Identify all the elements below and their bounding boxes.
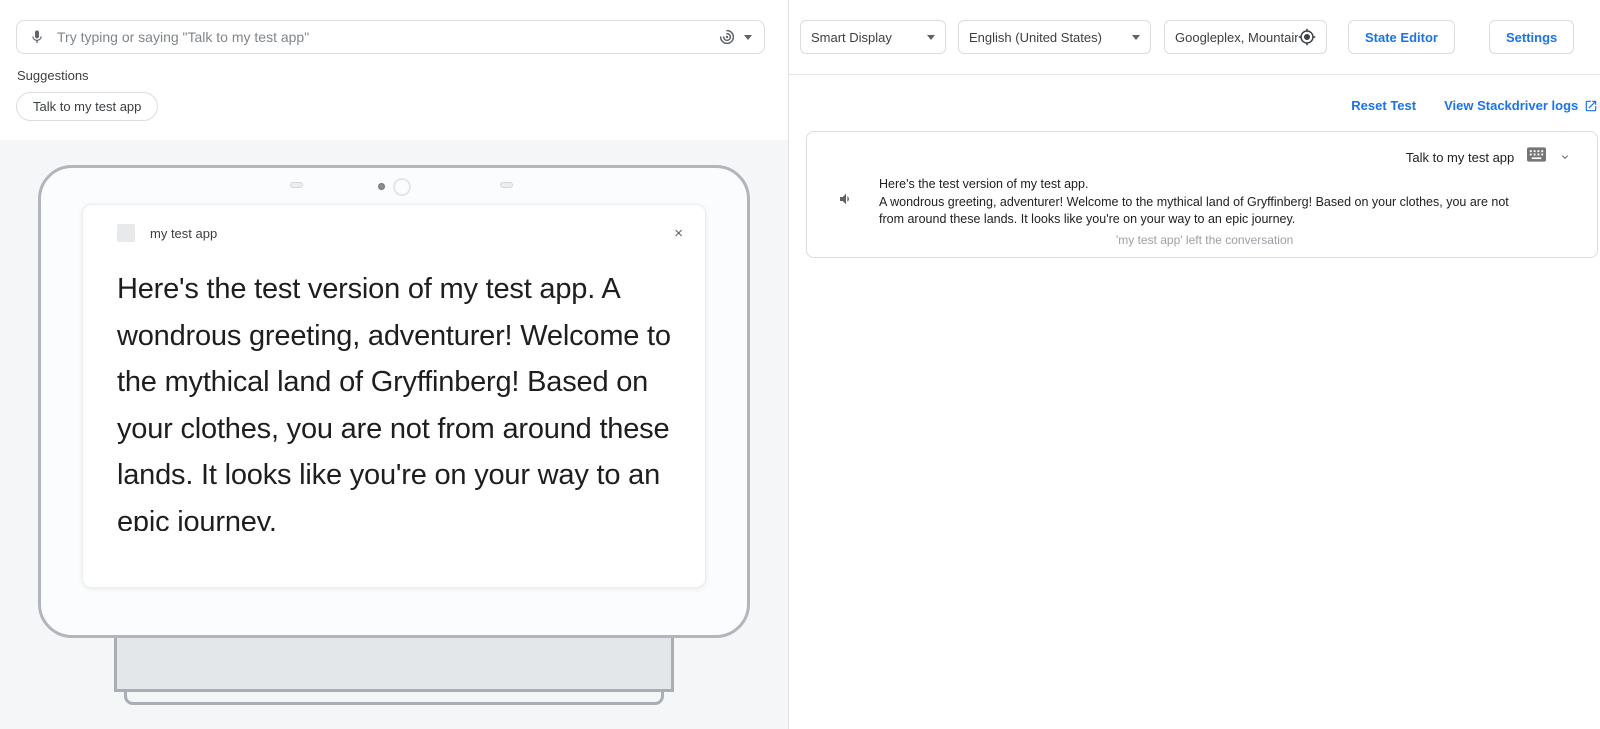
view-stackdriver-logs-link[interactable]: View Stackdriver logs: [1444, 98, 1598, 113]
surface-select[interactable]: Smart Display: [800, 20, 946, 54]
device-stand: [114, 638, 674, 692]
keyboard-icon: [1527, 147, 1546, 167]
bezel-sensor-left-icon: [290, 182, 303, 188]
user-query-text: Talk to my test app: [1406, 150, 1514, 165]
device-screen: my test app × Here's the test version of…: [82, 204, 706, 588]
bezel-camera-lens-icon: [393, 178, 411, 196]
test-controls-panel: Smart Display English (United States) Go…: [789, 0, 1600, 729]
view-logs-label: View Stackdriver logs: [1444, 98, 1578, 113]
device-app-name: my test app: [150, 226, 217, 241]
settings-button[interactable]: Settings: [1489, 20, 1574, 54]
query-text-field[interactable]: [57, 29, 718, 45]
surface-caret-icon: [927, 35, 935, 40]
conversation-panel: Talk to my test app: [806, 131, 1598, 258]
user-message-row: Talk to my test app: [838, 147, 1571, 167]
open-in-new-icon: [1584, 99, 1598, 113]
expand-message-chevron-icon[interactable]: [1559, 151, 1571, 163]
language-select-value: English (United States): [969, 30, 1124, 45]
bezel-camera-dot-icon: [378, 183, 385, 190]
state-editor-button[interactable]: State Editor: [1348, 20, 1455, 54]
close-icon[interactable]: ×: [674, 226, 683, 241]
location-value: Googleplex, Mountain ...: [1175, 30, 1298, 45]
device-screen-text: Here's the test version of my test app. …: [117, 266, 683, 531]
conversation-status: 'my test app' left the conversation: [838, 233, 1571, 247]
gps-crosshair-icon[interactable]: [1298, 28, 1316, 46]
device-preview-area: my test app × Here's the test version of…: [0, 140, 788, 729]
smart-display-mockup: my test app × Here's the test version of…: [38, 165, 750, 638]
language-caret-icon: [1132, 35, 1140, 40]
query-input-section: Suggestions Talk to my test app: [0, 0, 788, 140]
app-icon-placeholder: [117, 224, 135, 242]
device-screen-header: my test app ×: [117, 224, 683, 242]
test-links-row: Reset Test View Stackdriver logs: [789, 75, 1600, 113]
speaker-icon[interactable]: [838, 191, 854, 229]
actions-simulator-root: Suggestions Talk to my test app my test …: [0, 0, 1600, 729]
location-input[interactable]: Googleplex, Mountain ...: [1164, 20, 1327, 54]
app-response-row: Here's the test version of my test app. …: [838, 176, 1571, 229]
voice-waves-icon[interactable]: [718, 28, 736, 46]
toolbar: Smart Display English (United States) Go…: [789, 0, 1600, 75]
bezel-sensor-right-icon: [500, 182, 513, 188]
microphone-icon[interactable]: [29, 29, 45, 45]
reset-test-label: Reset Test: [1351, 98, 1416, 113]
device-stand-base: [124, 692, 664, 705]
surface-select-value: Smart Display: [811, 30, 919, 45]
query-input-box[interactable]: [16, 20, 765, 54]
response-line-1: Here's the test version of my test app.: [879, 176, 1524, 194]
reset-test-link[interactable]: Reset Test: [1351, 98, 1416, 113]
response-line-2: A wondrous greeting, adventurer! Welcome…: [879, 194, 1524, 229]
language-select[interactable]: English (United States): [958, 20, 1151, 54]
device-preview-panel: Suggestions Talk to my test app my test …: [0, 0, 789, 729]
input-mode-caret-icon[interactable]: [744, 35, 752, 40]
app-response-text: Here's the test version of my test app. …: [879, 176, 1524, 229]
suggestion-chip[interactable]: Talk to my test app: [16, 92, 158, 121]
suggestions-label: Suggestions: [17, 68, 764, 83]
